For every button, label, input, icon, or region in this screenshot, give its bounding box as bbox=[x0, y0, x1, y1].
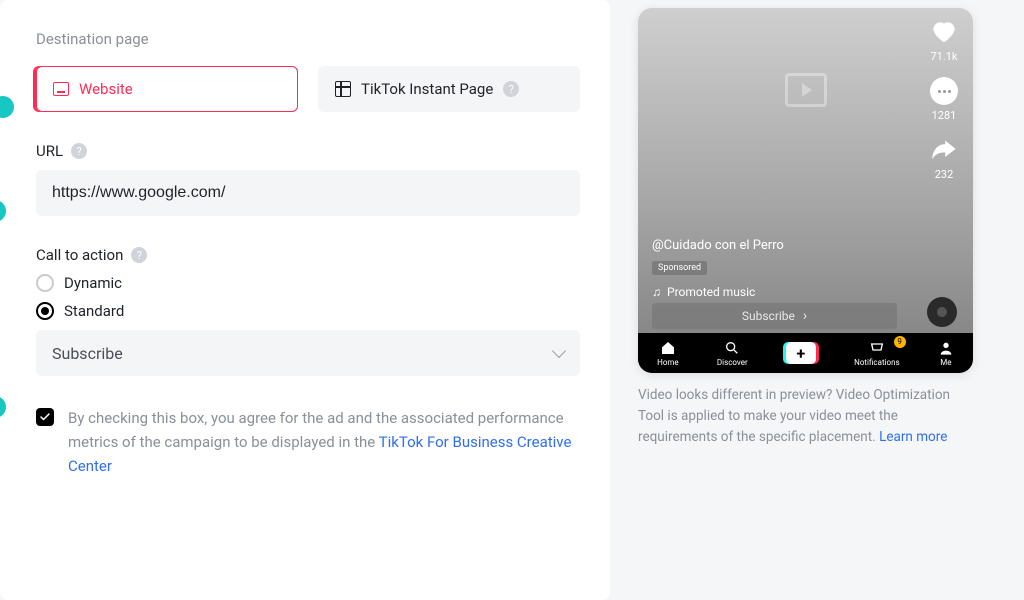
help-icon[interactable]: ? bbox=[71, 143, 87, 159]
tab-discover[interactable]: Discover bbox=[717, 340, 748, 367]
help-icon[interactable]: ? bbox=[503, 81, 519, 97]
tab-home[interactable]: Home bbox=[657, 340, 679, 367]
ad-preview-panel: 71.1k 1281 232 @Cuidado con el Perro Spo… bbox=[638, 0, 993, 600]
agreement-checkbox[interactable] bbox=[36, 408, 54, 426]
like-action[interactable]: 71.1k bbox=[929, 16, 959, 63]
instant-page-icon bbox=[335, 81, 351, 97]
agreement-text: By checking this box, you agree for the … bbox=[68, 406, 580, 478]
radio-icon bbox=[36, 302, 54, 320]
engagement-rail: 71.1k 1281 232 bbox=[929, 16, 959, 181]
highlight-dot bbox=[0, 96, 14, 118]
search-icon bbox=[724, 340, 740, 356]
handle-text: @Cuidado con el Perro bbox=[652, 238, 893, 253]
tab-create[interactable]: + bbox=[786, 342, 816, 364]
url-label: URL ? bbox=[36, 142, 580, 160]
comment-action[interactable]: 1281 bbox=[930, 77, 958, 122]
like-count: 71.1k bbox=[930, 50, 957, 63]
cta-select-value: Subscribe bbox=[52, 344, 123, 363]
share-count: 232 bbox=[935, 168, 954, 181]
inbox-icon bbox=[869, 340, 885, 356]
cta-label: Call to action ? bbox=[36, 246, 580, 264]
url-input[interactable] bbox=[36, 170, 580, 216]
highlight-dot bbox=[0, 200, 6, 222]
cta-radio-dynamic[interactable]: Dynamic bbox=[36, 274, 580, 292]
share-icon bbox=[930, 136, 958, 164]
cta-radio-standard[interactable]: Standard bbox=[36, 302, 580, 320]
preview-note: Video looks different in preview? Video … bbox=[638, 385, 973, 448]
sponsored-badge: Sponsored bbox=[652, 261, 707, 275]
music-note-icon: ♫ bbox=[652, 285, 661, 299]
plus-icon: + bbox=[786, 342, 816, 364]
home-icon bbox=[660, 340, 676, 356]
music-row: ♫ Promoted music bbox=[652, 285, 893, 299]
video-placeholder-icon bbox=[785, 73, 827, 107]
radio-icon bbox=[36, 274, 54, 292]
notification-badge: 9 bbox=[894, 336, 906, 348]
cta-select[interactable]: Subscribe bbox=[36, 330, 580, 376]
share-action[interactable]: 232 bbox=[930, 136, 958, 181]
preview-cta-button[interactable]: Subscribe › bbox=[652, 303, 897, 329]
phone-tabbar: Home Discover + 9 Notifications Me bbox=[638, 333, 973, 373]
destination-page-title: Destination page bbox=[36, 30, 580, 48]
comment-icon bbox=[930, 77, 958, 105]
tab-me[interactable]: Me bbox=[938, 340, 954, 367]
destination-options: Website TikTok Instant Page ? bbox=[36, 66, 580, 112]
chevron-right-icon: › bbox=[803, 308, 807, 324]
learn-more-link[interactable]: Learn more bbox=[879, 429, 947, 445]
destination-option-website[interactable]: Website bbox=[36, 66, 298, 112]
tab-notifications[interactable]: 9 Notifications bbox=[854, 340, 899, 367]
option-label: Website bbox=[79, 80, 133, 98]
chevron-down-icon bbox=[552, 344, 566, 358]
help-icon[interactable]: ? bbox=[131, 247, 147, 263]
highlight-dot bbox=[0, 396, 6, 418]
comment-count: 1281 bbox=[932, 109, 957, 122]
caption-area: @Cuidado con el Perro Sponsored ♫ Promot… bbox=[652, 238, 893, 299]
heart-icon bbox=[929, 16, 959, 46]
ad-settings-form: Destination page Website TikTok Instant … bbox=[0, 0, 610, 600]
music-disc-icon bbox=[927, 297, 957, 327]
profile-icon bbox=[938, 340, 954, 356]
agreement-row: By checking this box, you agree for the … bbox=[36, 406, 580, 478]
phone-preview: 71.1k 1281 232 @Cuidado con el Perro Spo… bbox=[638, 8, 973, 373]
option-label: TikTok Instant Page bbox=[361, 80, 493, 98]
website-icon bbox=[53, 82, 69, 96]
destination-option-instant-page[interactable]: TikTok Instant Page ? bbox=[318, 66, 580, 112]
